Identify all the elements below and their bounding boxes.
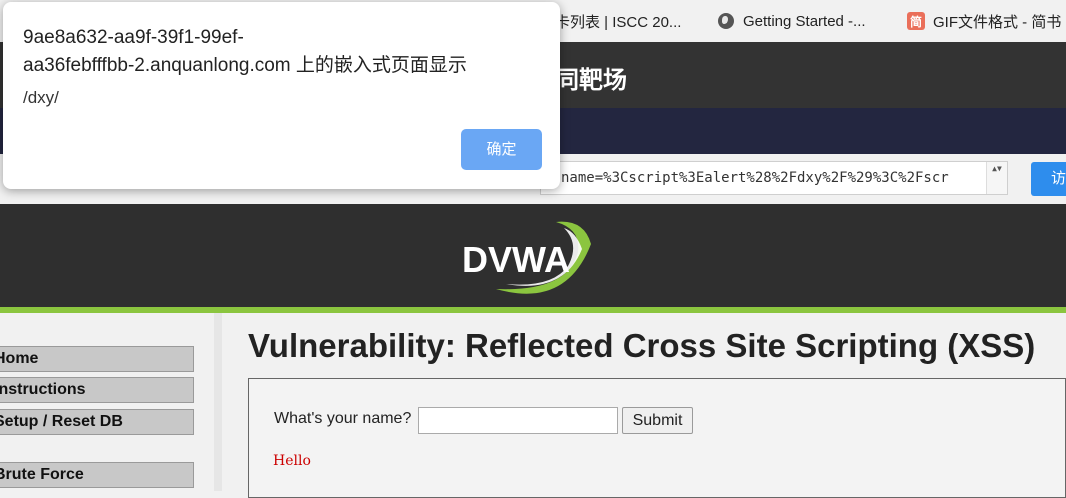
alert-title-line1: 9ae8a632-aa9f-39f1-99ef- — [23, 27, 244, 48]
sidebar-item-instructions[interactable]: Instructions — [0, 377, 194, 403]
sidebar-item-label: Brute Force — [0, 466, 84, 483]
sidebar-item-label: Setup / Reset DB — [0, 413, 123, 430]
bookmark-iscc[interactable]: 卡列表 | ISCC 20... — [555, 11, 681, 31]
bookmark-gif-format[interactable]: 简 GIF文件格式 - 简书 — [907, 11, 1061, 31]
sidebar-item-home[interactable]: Home — [0, 346, 194, 372]
submit-button[interactable]: Submit — [622, 407, 693, 434]
globe-icon — [717, 12, 735, 30]
xss-output: Hello — [273, 453, 311, 469]
name-label: What's your name? — [274, 410, 412, 427]
sidebar-item-label: Home — [0, 350, 39, 367]
site-title: 同靶场 — [555, 67, 627, 94]
alert-message: /dxy/ — [23, 88, 59, 107]
visit-button[interactable]: 访 — [1031, 162, 1066, 196]
alert-title: 9ae8a632-aa9f-39f1-99ef- aa36febfffbb-2.… — [23, 24, 523, 80]
sidebar-divider — [214, 313, 222, 491]
sidebar: Home Instructions Setup / Reset DB Brute… — [0, 313, 214, 491]
url-input[interactable]: name=%3Cscript%3Ealert%28%2Fdxy%2F%29%3C… — [540, 161, 1008, 195]
main-content: Vulnerability: Reflected Cross Site Scri… — [222, 313, 1066, 498]
name-input[interactable] — [418, 407, 618, 434]
vulnerable-code-area: What's your name? Submit Hello — [248, 378, 1066, 498]
page-title: Vulnerability: Reflected Cross Site Scri… — [248, 327, 1036, 364]
dvwa-logo: DVWA — [462, 221, 591, 294]
dvwa-header: DVWA — [0, 204, 1066, 307]
sidebar-item-setup[interactable]: Setup / Reset DB — [0, 409, 194, 435]
jianshu-icon: 简 — [907, 12, 925, 30]
url-text: name=%3Cscript%3Ealert%28%2Fdxy%2F%29%3C… — [561, 170, 949, 186]
alert-ok-button[interactable]: 确定 — [461, 129, 542, 170]
alert-dialog: 9ae8a632-aa9f-39f1-99ef- aa36febfffbb-2.… — [3, 2, 560, 189]
sidebar-item-label: Instructions — [0, 381, 86, 398]
bookmark-label: GIF文件格式 - 简书 — [933, 13, 1062, 31]
logo-text: DVWA — [462, 239, 570, 280]
bookmark-getting-started[interactable]: Getting Started -... — [717, 11, 866, 31]
bookmark-label: Getting Started -... — [743, 12, 866, 30]
sidebar-item-brute-force[interactable]: Brute Force — [0, 462, 194, 488]
bookmark-label: 卡列表 | ISCC 20... — [555, 13, 682, 31]
alert-title-line2: aa36febfffbb-2.anquanlong.com 上的嵌入式页面显示 — [23, 55, 467, 76]
url-scroll-arrows-icon[interactable]: ▲▼ — [986, 162, 1007, 194]
